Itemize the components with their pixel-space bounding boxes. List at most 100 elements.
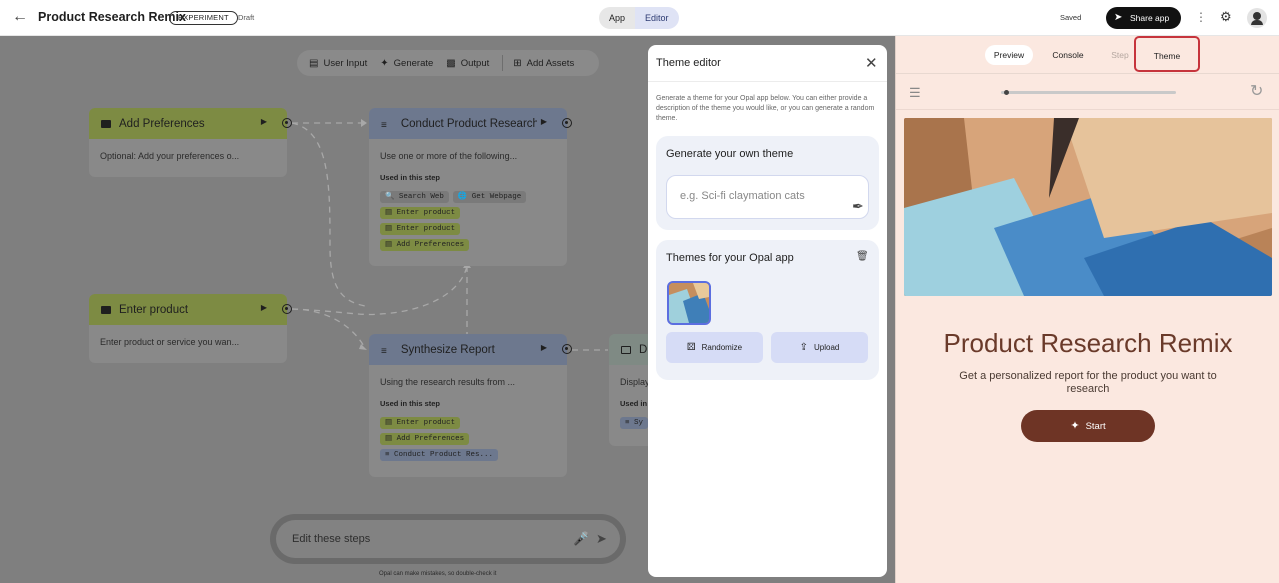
chip-synthesize-report[interactable]: ≡ Sy (620, 417, 649, 429)
node-title: Enter product (119, 303, 189, 316)
connector-product-research (291, 265, 468, 316)
chip-search-web[interactable]: 🔍 Search Web (380, 191, 449, 203)
node-synthesize-report[interactable]: ≡ Synthesize Report ▶ Using the research… (369, 334, 567, 477)
used-in-step-label: Used in this step (380, 173, 441, 182)
add-assets-label: Add Assets (526, 57, 575, 69)
arrowhead-1 (361, 119, 367, 127)
output-port[interactable] (282, 304, 292, 314)
generate-theme-card: Generate your own theme e.g. Sci-fi clay… (656, 136, 879, 230)
run-node-icon[interactable]: ▶ (261, 303, 267, 312)
preview-app-title: Product Research Remix (943, 328, 1233, 358)
chip-enter-product[interactable]: ▤ Enter product (380, 417, 461, 429)
input-icon (101, 305, 111, 314)
hero-image (904, 118, 1272, 296)
chip-label: Enter product (396, 419, 456, 427)
more-options-icon[interactable]: ⋮ (1195, 10, 1207, 24)
connector-prefs-report (291, 122, 366, 307)
disclaimer-text: Opal can make mistakes, so double-check … (379, 571, 497, 577)
chip-label: Add Preferences (396, 241, 465, 249)
divider (648, 81, 887, 82)
theme-editor-panel: Theme editor ✕ Generate a theme for your… (648, 45, 887, 577)
chip-label: Enter product (396, 225, 456, 233)
send-icon[interactable]: ➤ (596, 520, 607, 558)
output-port[interactable] (282, 118, 292, 128)
theme-editor-title: Theme editor (656, 57, 721, 69)
theme-editor-description: Generate a theme for your Opal app below… (656, 95, 875, 122)
generate-tool[interactable]: ✦ Generate (380, 58, 433, 69)
share-icon: ➤ (1114, 12, 1123, 23)
output-tool[interactable]: ▩ Output (446, 58, 489, 69)
settings-gear-icon[interactable]: ⚙ (1220, 9, 1232, 25)
user-input-tool[interactable]: ▤ User Input (309, 58, 367, 69)
user-avatar[interactable] (1247, 8, 1267, 28)
generate-theme-title: Generate your own theme (666, 148, 794, 160)
output-label: Output (460, 57, 490, 69)
user-input-label: User Input (323, 57, 368, 69)
node-header: ≡ Synthesize Report ▶ (369, 334, 567, 365)
output-port[interactable] (562, 344, 572, 354)
app-title: Product Research Remix (38, 10, 186, 24)
tab-console[interactable]: Console (1046, 45, 1090, 65)
node-header: Enter product ▶ (89, 294, 287, 325)
output-port[interactable] (562, 118, 572, 128)
themes-title: Themes for your Opal app (666, 252, 794, 264)
share-app-button[interactable]: ➤ Share app (1106, 7, 1181, 29)
node-enter-product[interactable]: Enter product ▶ Enter product or service… (89, 294, 287, 363)
toolbar-divider (502, 55, 504, 71)
run-node-icon[interactable]: ▶ (541, 343, 547, 352)
chip-get-webpage[interactable]: 🌐 Get Webpage (452, 191, 527, 203)
canvas-toolbar: ▤ User Input ✦ Generate ▩ Output ⊞ Add A… (297, 50, 599, 76)
add-assets-tool[interactable]: ⊞ Add Assets (513, 58, 574, 69)
node-add-preferences[interactable]: Add Preferences ▶ Optional: Add your pre… (89, 108, 287, 177)
hamburger-menu-icon[interactable]: ☰ (909, 85, 921, 101)
share-label: Share app (1130, 13, 1170, 23)
upload-label: Upload (814, 343, 840, 352)
edit-steps-input[interactable]: Edit these steps 🎤 ➤ (276, 520, 620, 558)
chip-add-preferences[interactable]: ▤ Add Preferences (380, 433, 470, 445)
run-node-icon[interactable]: ▶ (261, 117, 267, 126)
node-header: Add Preferences ▶ (89, 108, 287, 139)
chip-list: 🔍 Search Web 🌐 Get Webpage ▤ Enter produ… (369, 182, 567, 251)
node-header: ≡ Conduct Product Research ▶ (369, 108, 567, 139)
chip-add-preferences[interactable]: ▤ Add Preferences (380, 239, 470, 251)
add-box-icon: ⊞ (513, 57, 522, 69)
magic-wand-icon[interactable]: ✒ (852, 186, 864, 227)
display-icon (621, 345, 631, 354)
close-icon[interactable]: ✕ (865, 54, 878, 72)
chip-label: Get Webpage (471, 193, 522, 201)
theme-thumbnail-art (669, 283, 709, 323)
start-button[interactable]: ✦ Start (1021, 410, 1155, 442)
randomize-label: Randomize (701, 343, 743, 352)
chip-conduct-product-research[interactable]: ≡ Conduct Product Res... (380, 449, 499, 461)
upload-icon: ⇪ (799, 342, 809, 353)
connector-product-report (291, 308, 366, 349)
back-arrow-icon[interactable]: ← (12, 9, 28, 25)
node-description: Optional: Add your preferences o... (100, 151, 240, 161)
dice-icon: ⚄ (686, 342, 696, 353)
chip-enter-product[interactable]: ▤ Enter product (380, 207, 461, 219)
microphone-icon[interactable]: 🎤 (573, 520, 589, 558)
theme-description-input[interactable]: e.g. Sci-fi claymation cats ✒ (666, 175, 869, 219)
theme-thumbnail[interactable] (667, 281, 711, 325)
tab-step[interactable]: Step (1106, 45, 1134, 65)
tab-theme[interactable]: Theme (1134, 36, 1200, 72)
chip-label: Sy (634, 419, 644, 427)
node-conduct-product-research[interactable]: ≡ Conduct Product Research ▶ Use one or … (369, 108, 567, 266)
tab-preview[interactable]: Preview (985, 45, 1033, 65)
app-mode-button[interactable]: App (599, 7, 636, 29)
randomize-button[interactable]: ⚄ Randomize (666, 332, 763, 363)
experiment-badge: EXPERIMENT (169, 11, 238, 25)
user-input-icon: ▤ (309, 57, 319, 69)
delete-icon[interactable]: 🗑 (856, 251, 869, 262)
draft-status: Draft (238, 13, 255, 22)
restart-icon[interactable]: ↻ (1250, 81, 1263, 101)
generate-label: Generate (393, 57, 434, 69)
input-icon (101, 119, 111, 128)
editor-mode-button[interactable]: Editor (635, 7, 679, 29)
arrowhead-2 (359, 344, 367, 350)
node-title: Conduct Product Research (400, 117, 537, 130)
upload-button[interactable]: ⇪ Upload (771, 332, 868, 363)
chip-enter-product[interactable]: ▤ Enter product (380, 223, 461, 235)
run-node-icon[interactable]: ▶ (541, 117, 547, 126)
chip-label: Search Web (398, 193, 444, 201)
